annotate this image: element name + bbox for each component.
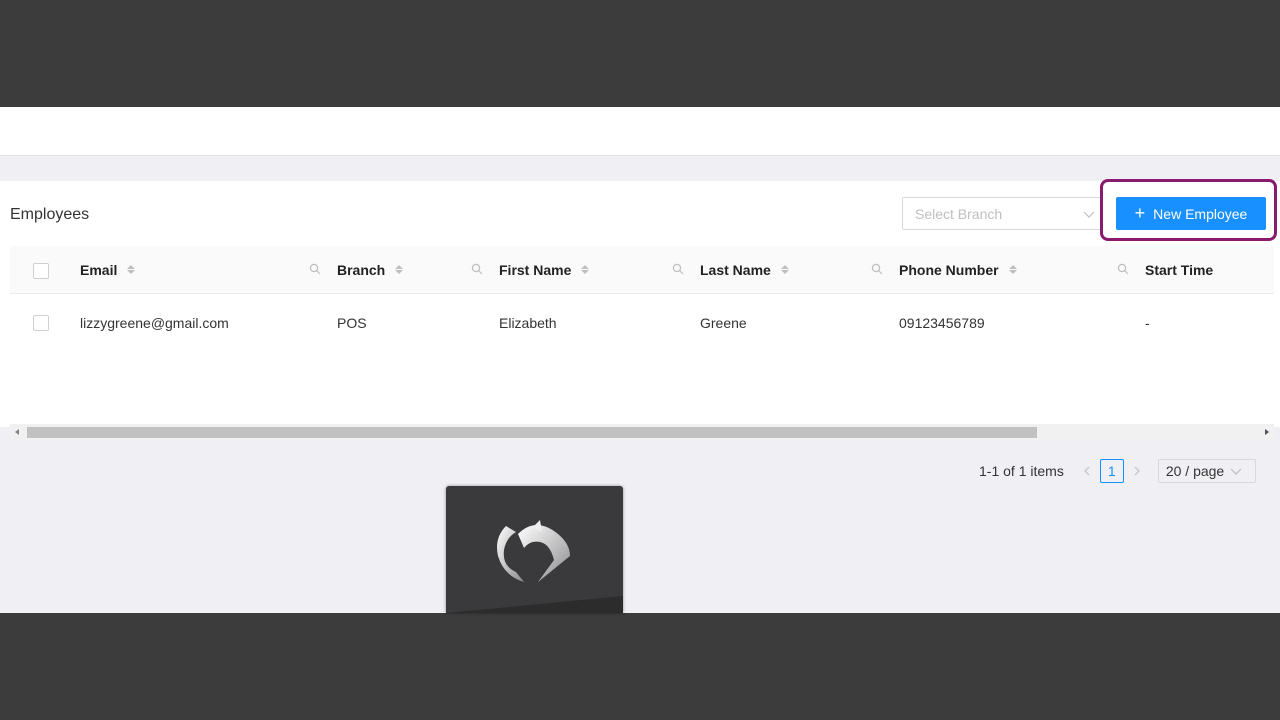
top-header <box>0 107 1280 156</box>
table-header: Email Branch First Name Last Name Phone … <box>10 246 1274 294</box>
employees-table: Email Branch First Name Last Name Phone … <box>10 246 1274 351</box>
page-item-current[interactable]: 1 <box>1099 459 1124 483</box>
cell-last-name: Greene <box>700 314 747 331</box>
column-header-branch[interactable]: Branch <box>337 246 404 293</box>
search-icon[interactable] <box>309 263 321 275</box>
select-all-checkbox[interactable] <box>33 263 49 279</box>
column-header-phone-number[interactable]: Phone Number <box>899 246 1017 293</box>
branch-select-placeholder: Select Branch <box>915 206 1003 222</box>
horizontal-scrollbar[interactable] <box>10 424 1274 441</box>
column-header-last-name[interactable]: Last Name <box>700 246 789 293</box>
column-header-email[interactable]: Email <box>80 246 136 293</box>
cell-email: lizzygreene@gmail.com <box>80 314 229 331</box>
row-checkbox[interactable] <box>33 315 49 331</box>
sort-icon[interactable] <box>1008 265 1017 274</box>
column-label: First Name <box>499 261 572 278</box>
new-employee-button-label: New Employee <box>1153 205 1248 222</box>
pagination-summary: 1-1 of 1 items <box>979 463 1064 479</box>
scroll-right-arrow-icon[interactable] <box>1265 429 1269 435</box>
page-size-value: 20 / page <box>1165 463 1225 479</box>
cell-start-time: - <box>1145 314 1150 331</box>
employees-card: Employees Select Branch + New Employee E… <box>0 179 1280 483</box>
cell-phone-number: 09123456789 <box>899 314 985 331</box>
search-icon[interactable] <box>471 263 483 275</box>
search-icon[interactable] <box>672 263 684 275</box>
search-icon[interactable] <box>871 263 883 275</box>
scrollbar-thumb[interactable] <box>27 427 1037 438</box>
cell-branch: POS <box>337 314 367 331</box>
new-employee-button[interactable]: + New Employee <box>1116 197 1266 230</box>
sort-icon[interactable] <box>127 265 136 274</box>
branch-select[interactable]: Select Branch <box>902 197 1102 230</box>
column-label: Start Time <box>1145 261 1214 278</box>
column-label: Last Name <box>700 261 771 278</box>
sort-icon[interactable] <box>780 265 789 274</box>
column-label: Phone Number <box>899 261 999 278</box>
column-label: Email <box>80 261 118 278</box>
overlay-logo-tile <box>446 486 623 613</box>
column-label: Branch <box>337 261 386 278</box>
page-size-select[interactable]: 20 / page <box>1157 459 1256 483</box>
pagination: 1-1 of 1 items 1 20 / page <box>979 459 1256 483</box>
app-screen: Employees Select Branch + New Employee E… <box>0 107 1280 613</box>
search-icon[interactable] <box>1117 263 1129 275</box>
sort-icon[interactable] <box>395 265 404 274</box>
column-header-start-time[interactable]: Start Time <box>1145 246 1213 293</box>
column-header-first-name[interactable]: First Name <box>499 246 590 293</box>
chevron-left-icon[interactable] <box>1080 464 1094 478</box>
plus-icon: + <box>1134 202 1146 223</box>
sort-icon[interactable] <box>581 265 590 274</box>
scroll-left-arrow-icon[interactable] <box>15 429 19 435</box>
cell-first-name: Elizabeth <box>499 314 557 331</box>
spinner-logo-icon <box>446 520 623 613</box>
table-row[interactable]: lizzygreene@gmail.com POS Elizabeth Gree… <box>10 294 1274 351</box>
chevron-down-icon <box>1083 211 1095 218</box>
chevron-down-icon <box>1230 468 1242 475</box>
chevron-right-icon[interactable] <box>1130 464 1144 478</box>
page-title: Employees <box>10 206 90 223</box>
